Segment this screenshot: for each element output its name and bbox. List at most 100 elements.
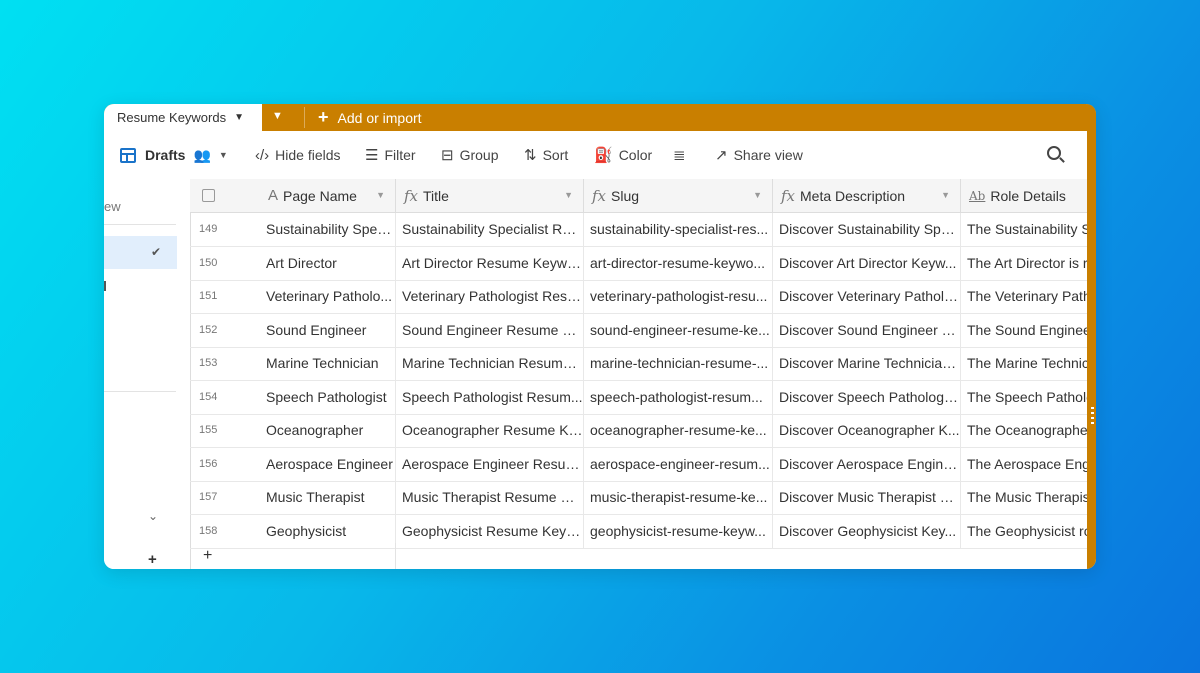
cell-meta-description[interactable]: Discover Sound Engineer K... <box>773 313 961 347</box>
row-number: 156 <box>199 457 218 470</box>
cell-role-details[interactable]: The Aerospace Engi <box>961 448 1087 481</box>
cell-slug[interactable]: sound-engineer-resume-ke... <box>584 313 773 347</box>
cell-title[interactable]: Marine Technician Resume ... <box>396 347 584 380</box>
row-height-button[interactable]: ≣ <box>673 131 692 179</box>
view-sidebar: ew ✔ ⌄ + <box>104 179 191 569</box>
hide-fields-button[interactable]: ‹/› Hide fields <box>255 131 341 179</box>
cell-slug[interactable]: oceanographer-resume-ke... <box>584 414 773 447</box>
group-icon: ⊟ <box>441 147 454 164</box>
table-row[interactable]: 153 Marine Technician Marine Technician Re… <box>190 347 1087 381</box>
cell-slug[interactable]: sustainability-specialist-res... <box>584 213 773 246</box>
filter-label: Filter <box>384 147 416 163</box>
share-view-button[interactable]: ↗ Share view <box>715 131 803 179</box>
cell-role-details[interactable]: The Art Director is re <box>961 247 1087 280</box>
select-all-checkbox[interactable] <box>202 189 215 202</box>
column-label: Slug <box>611 187 640 204</box>
cell-slug[interactable]: veterinary-pathologist-resu... <box>584 280 773 313</box>
cell-slug[interactable]: art-director-resume-keywo... <box>584 246 773 280</box>
filter-button[interactable]: ☰ Filter <box>365 131 416 179</box>
column-header-slug[interactable]: fx Slug ▼ <box>584 179 773 212</box>
grid-header: A Page Name ▼ fx Title ▼ fx Slug ▼ fx Me… <box>190 179 1087 213</box>
cell-page-name[interactable]: Music Therapist <box>260 481 396 514</box>
row-number: 155 <box>199 424 218 436</box>
table-row[interactable]: 152 Sound Engineer Sound Engineer Resume K… <box>190 313 1087 348</box>
cell-page-name[interactable]: Veterinary Patholo... <box>260 280 396 313</box>
cell-slug[interactable]: music-therapist-resume-ke... <box>584 481 773 514</box>
cell-title[interactable]: Aerospace Engineer Resum... <box>396 447 584 481</box>
sidebar-item-selected[interactable] <box>104 236 177 269</box>
chevron-down-icon[interactable]: ▼ <box>234 112 244 123</box>
column-header-meta-description[interactable]: fx Meta Description ▼ <box>773 179 961 212</box>
row-height-icon: ≣ <box>673 147 686 164</box>
table-row[interactable]: 149 Sustainability Spec... Sustainability … <box>190 213 1087 247</box>
column-header-title[interactable]: fx Title ▼ <box>396 179 584 212</box>
cell-title[interactable]: Speech Pathologist Resum... <box>396 380 584 414</box>
resize-handle[interactable] <box>1091 407 1094 425</box>
cell-role-details[interactable]: The Sound Engineer <box>961 314 1087 347</box>
column-header-page-name[interactable]: A Page Name ▼ <box>260 179 396 212</box>
table-row[interactable]: 154 Speech Pathologist Speech Pathologist … <box>190 380 1087 415</box>
chevron-down-icon[interactable]: ▼ <box>941 190 950 200</box>
sort-button[interactable]: ⇅ Sort <box>524 131 568 179</box>
chevron-down-icon[interactable]: ▼ <box>564 190 573 200</box>
cell-page-name[interactable]: Marine Technician <box>260 347 396 380</box>
cell-page-name[interactable]: Oceanographer <box>260 414 396 447</box>
cell-role-details[interactable]: The Veterinary Patho <box>961 280 1087 313</box>
cell-slug[interactable]: speech-pathologist-resum... <box>584 380 773 414</box>
data-grid: A Page Name ▼ fx Title ▼ fx Slug ▼ fx Me… <box>190 179 1087 569</box>
chevron-down-icon[interactable]: ▼ <box>753 190 762 200</box>
view-switcher[interactable]: Drafts 👥 ▼ <box>120 131 228 179</box>
cell-role-details[interactable]: The Speech Patholo <box>961 381 1087 414</box>
cell-title[interactable]: Art Director Resume Keywo... <box>396 246 584 280</box>
cell-page-name[interactable]: Sustainability Spec... <box>260 213 396 246</box>
cell-page-name[interactable]: Sound Engineer <box>260 313 396 347</box>
cell-meta-description[interactable]: Discover Marine Technician... <box>773 347 961 380</box>
cell-meta-description[interactable]: Discover Aerospace Engine... <box>773 447 961 481</box>
table-row[interactable]: 157 Music Therapist Music Therapist Resume… <box>190 481 1087 515</box>
cell-meta-description[interactable]: Discover Sustainability Spe... <box>773 213 961 246</box>
table-row[interactable]: 155 Oceanographer Oceanographer Resume Ke.… <box>190 414 1087 448</box>
chevron-down-icon[interactable]: ⌄ <box>148 509 158 523</box>
cell-meta-description[interactable]: Discover Speech Pathologis... <box>773 380 961 414</box>
tab-resume-keywords[interactable]: Resume Keywords ▼ <box>104 104 262 131</box>
cell-slug[interactable]: aerospace-engineer-resum... <box>584 447 773 481</box>
cell-meta-description[interactable]: Discover Art Director Keyw... <box>773 246 961 280</box>
table-row[interactable]: 151 Veterinary Patholo... Veterinary Patho… <box>190 280 1087 314</box>
column-header-role-details[interactable]: Ab Role Details <box>961 179 1087 212</box>
sidebar-partial-text: ew <box>104 199 121 214</box>
cell-title[interactable]: Sustainability Specialist Res... <box>396 213 584 246</box>
view-name: Drafts <box>145 147 186 163</box>
hide-fields-icon: ‹/› <box>255 146 270 164</box>
cell-role-details[interactable]: The Sustainability Sp <box>961 213 1087 246</box>
checkmark-icon: ✔ <box>151 245 162 259</box>
chevron-down-icon[interactable]: ▼ <box>376 190 385 200</box>
add-or-import-button[interactable]: + Add or import <box>318 104 422 131</box>
table-row[interactable]: 156 Aerospace Engineer Aerospace Engineer … <box>190 447 1087 482</box>
view-toolbar: Drafts 👥 ▼ ‹/› Hide fields ☰ Filter ⊟ Gr… <box>104 131 1087 179</box>
cell-page-name[interactable]: Art Director <box>260 246 396 280</box>
plus-icon[interactable]: + <box>148 551 157 568</box>
cell-title[interactable]: Music Therapist Resume Ke... <box>396 481 584 514</box>
cell-page-name[interactable]: Speech Pathologist <box>260 380 396 414</box>
cell-role-details[interactable]: The Marine Technici <box>961 347 1087 380</box>
cell-meta-description[interactable]: Discover Music Therapist K... <box>773 481 961 514</box>
table-row[interactable]: 150 Art Director Art Director Resume Keywo… <box>190 246 1087 281</box>
row-number: 149 <box>199 223 218 235</box>
cell-title[interactable]: Veterinary Pathologist Resu... <box>396 280 584 313</box>
cell-slug[interactable]: marine-technician-resume-... <box>584 347 773 380</box>
window-edge <box>1087 104 1096 569</box>
cell-meta-description[interactable]: Discover Veterinary Patholo... <box>773 280 961 313</box>
cell-role-details[interactable]: The Music Therapist <box>961 481 1087 514</box>
cell-meta-description[interactable]: Discover Oceanographer K... <box>773 414 961 447</box>
cell-title[interactable]: Sound Engineer Resume Ke... <box>396 313 584 347</box>
cell-role-details[interactable]: The Oceanographer <box>961 414 1087 447</box>
cell-title[interactable]: Oceanographer Resume Ke... <box>396 414 584 447</box>
group-button[interactable]: ⊟ Group <box>441 131 499 179</box>
color-button[interactable]: ⛽ Color <box>594 131 652 179</box>
chevron-down-icon[interactable]: ▼ <box>272 110 283 122</box>
search-icon[interactable] <box>1047 146 1061 160</box>
share-icon: ↗ <box>715 147 728 164</box>
cell-page-name[interactable]: Aerospace Engineer <box>260 447 396 481</box>
color-label: Color <box>618 147 653 163</box>
add-row-button[interactable]: + <box>190 543 1087 569</box>
